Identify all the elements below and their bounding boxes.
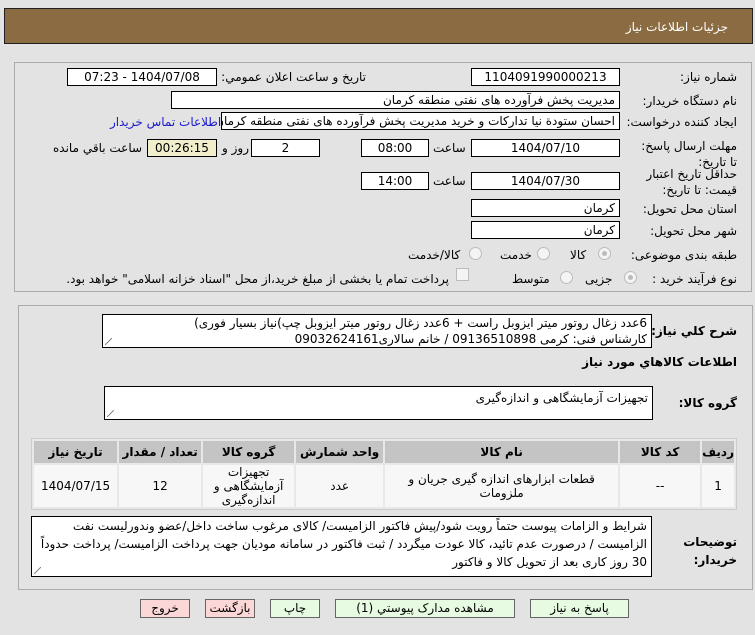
category-goods-label: کالا xyxy=(570,248,587,262)
need-number-field[interactable]: 1104091990000213 xyxy=(471,68,620,86)
back-button[interactable]: بازگشت xyxy=(205,599,255,618)
category-label: طبقه بندی موضوعی: xyxy=(630,248,737,262)
category-radio-both[interactable] xyxy=(469,247,482,260)
province-label: استان محل تحویل: xyxy=(642,202,737,216)
cell-date: 1404/07/15 xyxy=(34,465,118,507)
col-name: نام کالا xyxy=(385,441,619,463)
cell-name: قطعات ابزارهای اندازه گیری جریان و ملزوم… xyxy=(385,465,619,507)
cell-row: 1 xyxy=(702,465,734,507)
goods-group-label: گروه کالا: xyxy=(678,396,737,410)
exit-button[interactable]: خروج xyxy=(140,599,190,618)
view-attachments-button[interactable]: مشاهده مدارک پیوستي (1) xyxy=(335,599,515,618)
creator-field[interactable]: احسان ستودة نیا تدارکات و خرید مدیریت پخ… xyxy=(221,112,620,130)
description-line-2: کارشناس فنی: کرمی 09136510898 / خانم سال… xyxy=(294,332,647,346)
buyer-field[interactable]: مدیریت پخش فرآورده های نفتی منطقه کرمان xyxy=(171,91,620,109)
print-button[interactable]: چاپ xyxy=(270,599,320,618)
validity-date-field[interactable]: 1404/07/30 xyxy=(471,172,620,190)
col-unit: واحد شمارش xyxy=(296,441,384,463)
province-field[interactable]: کرمان xyxy=(471,199,620,217)
purchase-minor-label: جزیی xyxy=(585,272,613,286)
announce-field[interactable]: 1404/07/08 - 07:23 xyxy=(67,68,217,86)
category-radio-goods[interactable] xyxy=(598,247,611,260)
description-label: شرح كلي نياز: xyxy=(651,324,737,338)
table-header-row: ردیف کد کالا نام کالا واحد شمارش گروه کا… xyxy=(34,441,734,463)
cell-qty: 12 xyxy=(119,465,202,507)
description-textarea[interactable]: 6عدد زغال روتور میتر ایزوبل راست + 6عدد … xyxy=(102,314,652,348)
buyer-notes-label: توضیحات خریدار: xyxy=(683,535,737,567)
validity-time-field[interactable]: 14:00 xyxy=(361,172,429,190)
goods-heading: اطلاعات كالاهاي مورد نياز xyxy=(582,355,737,369)
city-label: شهر محل تحویل: xyxy=(650,224,737,238)
purchase-radio-medium[interactable] xyxy=(560,271,573,284)
creator-label: ایجاد کننده درخواست: xyxy=(626,115,737,129)
buyer-contact-link[interactable]: اطلاعات تماس خریدار xyxy=(110,115,221,129)
category-service-label: خدمت xyxy=(500,248,532,262)
purchase-type-label: نوع فرآیند خرید : xyxy=(652,272,737,286)
validity-time-label: ساعت xyxy=(433,174,466,188)
col-code: کد کالا xyxy=(620,441,701,463)
col-group: گروه کالا xyxy=(203,441,295,463)
purchase-medium-label: متوسط xyxy=(512,272,550,286)
description-line-1: 6عدد زغال روتور میتر ایزوبل راست + 6عدد … xyxy=(194,316,647,330)
deadline-time-field[interactable]: 08:00 xyxy=(361,139,429,157)
deadline-date-field[interactable]: 1404/07/10 xyxy=(471,139,620,157)
validity-label: حداقل تاریخ اعتبار قیمت: تا تاریخ: xyxy=(646,167,737,197)
days-suffix: روز و xyxy=(222,141,249,155)
treasury-payment-checkbox[interactable] xyxy=(456,268,469,281)
remaining-time-field: 00:26:15 xyxy=(147,139,217,157)
goods-group-textarea[interactable]: تجهیزات آزمایشگاهی و اندازه‌گیری xyxy=(104,386,653,420)
remaining-suffix: ساعت باقي مانده xyxy=(53,141,143,155)
category-radio-service[interactable] xyxy=(537,247,550,260)
reply-button[interactable]: پاسخ به نياز xyxy=(530,599,629,618)
page-header: جزئیات اطلاعات نیاز xyxy=(4,8,753,44)
cell-unit: عدد xyxy=(296,465,384,507)
need-number-label: شماره نیاز: xyxy=(680,70,737,84)
buyer-notes-textarea[interactable]: شرایط و الزامات پیوست حتماً رویت شود/پیش… xyxy=(31,516,652,577)
purchase-radio-minor[interactable] xyxy=(624,271,637,284)
col-qty: تعداد / مقدار xyxy=(119,441,202,463)
treasury-payment-note: پرداخت تمام یا بخشی از مبلغ خرید،از محل … xyxy=(67,272,449,286)
deadline-time-label: ساعت xyxy=(433,141,466,155)
goods-table: ردیف کد کالا نام کالا واحد شمارش گروه کا… xyxy=(31,438,737,510)
city-field[interactable]: کرمان xyxy=(471,221,620,239)
cell-code: -- xyxy=(620,465,701,507)
buyer-label: نام دستگاه خریدار: xyxy=(642,94,738,108)
table-row[interactable]: 1 -- قطعات ابزارهای اندازه گیری جریان و … xyxy=(34,465,734,507)
announce-label: تاريخ و ساعت اعلان عمومي: xyxy=(221,70,366,84)
cell-group: تجهیزات آزمایشگاهی و اندازه‌گیری xyxy=(203,465,295,507)
col-date: تاریخ نیاز xyxy=(34,441,118,463)
days-field[interactable]: 2 xyxy=(251,139,320,157)
category-both-label: کالا/خدمت xyxy=(408,248,461,262)
col-row: ردیف xyxy=(702,441,734,463)
